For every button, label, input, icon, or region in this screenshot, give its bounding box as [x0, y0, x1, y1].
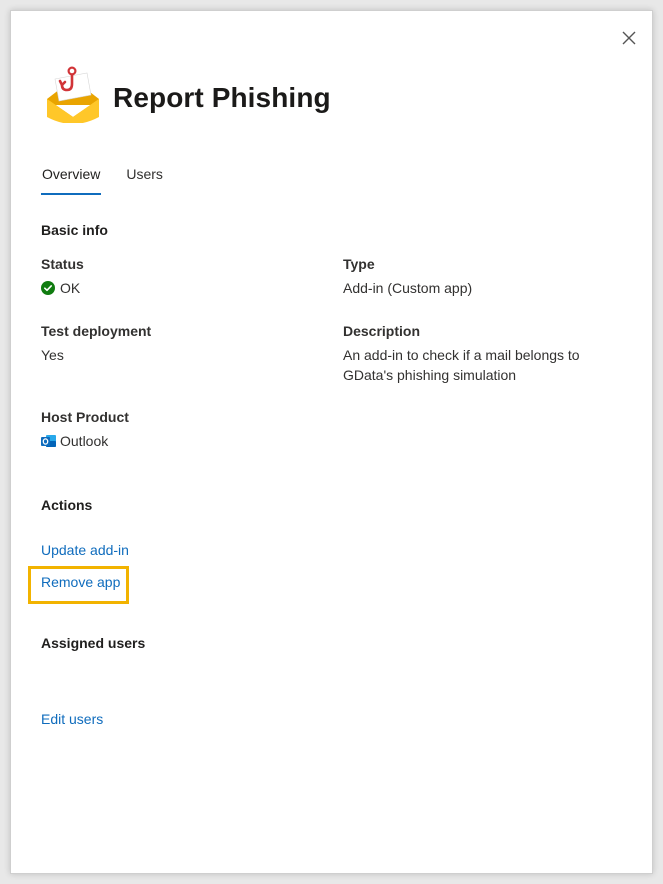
- tab-bar: Overview Users: [41, 165, 188, 195]
- type-label: Type: [343, 256, 375, 272]
- status-value: OK: [41, 278, 80, 298]
- mail-hook-icon: [47, 66, 99, 123]
- actions-heading: Actions: [41, 497, 93, 513]
- test-deployment-value: Yes: [41, 347, 64, 363]
- app-title: Report Phishing: [113, 82, 331, 113]
- host-product-label: Host Product: [41, 409, 129, 425]
- check-circle-icon: [41, 281, 55, 295]
- app-details-panel: Report Phishing Overview Users Basic inf…: [10, 10, 653, 874]
- remove-app-link[interactable]: Remove app: [41, 574, 120, 590]
- description-label: Description: [343, 323, 421, 339]
- test-deployment-label: Test deployment: [41, 323, 152, 339]
- edit-users-link[interactable]: Edit users: [41, 711, 103, 727]
- status-text: OK: [60, 280, 81, 296]
- close-button[interactable]: [619, 28, 639, 48]
- tab-overview[interactable]: Overview: [41, 165, 102, 195]
- assigned-users-heading: Assigned users: [41, 635, 146, 651]
- update-addin-link[interactable]: Update add-in: [41, 542, 129, 558]
- type-value: Add-in (Custom app): [343, 280, 473, 296]
- basic-info-heading: Basic info: [41, 222, 108, 238]
- host-product-value: Outlook: [41, 431, 108, 451]
- tab-users[interactable]: Users: [125, 165, 164, 195]
- status-label: Status: [41, 256, 84, 272]
- description-value: An add-in to check if a mail belongs to …: [343, 347, 580, 383]
- close-icon: [622, 31, 636, 45]
- host-product-text: Outlook: [60, 433, 109, 449]
- outlook-icon: [41, 435, 56, 447]
